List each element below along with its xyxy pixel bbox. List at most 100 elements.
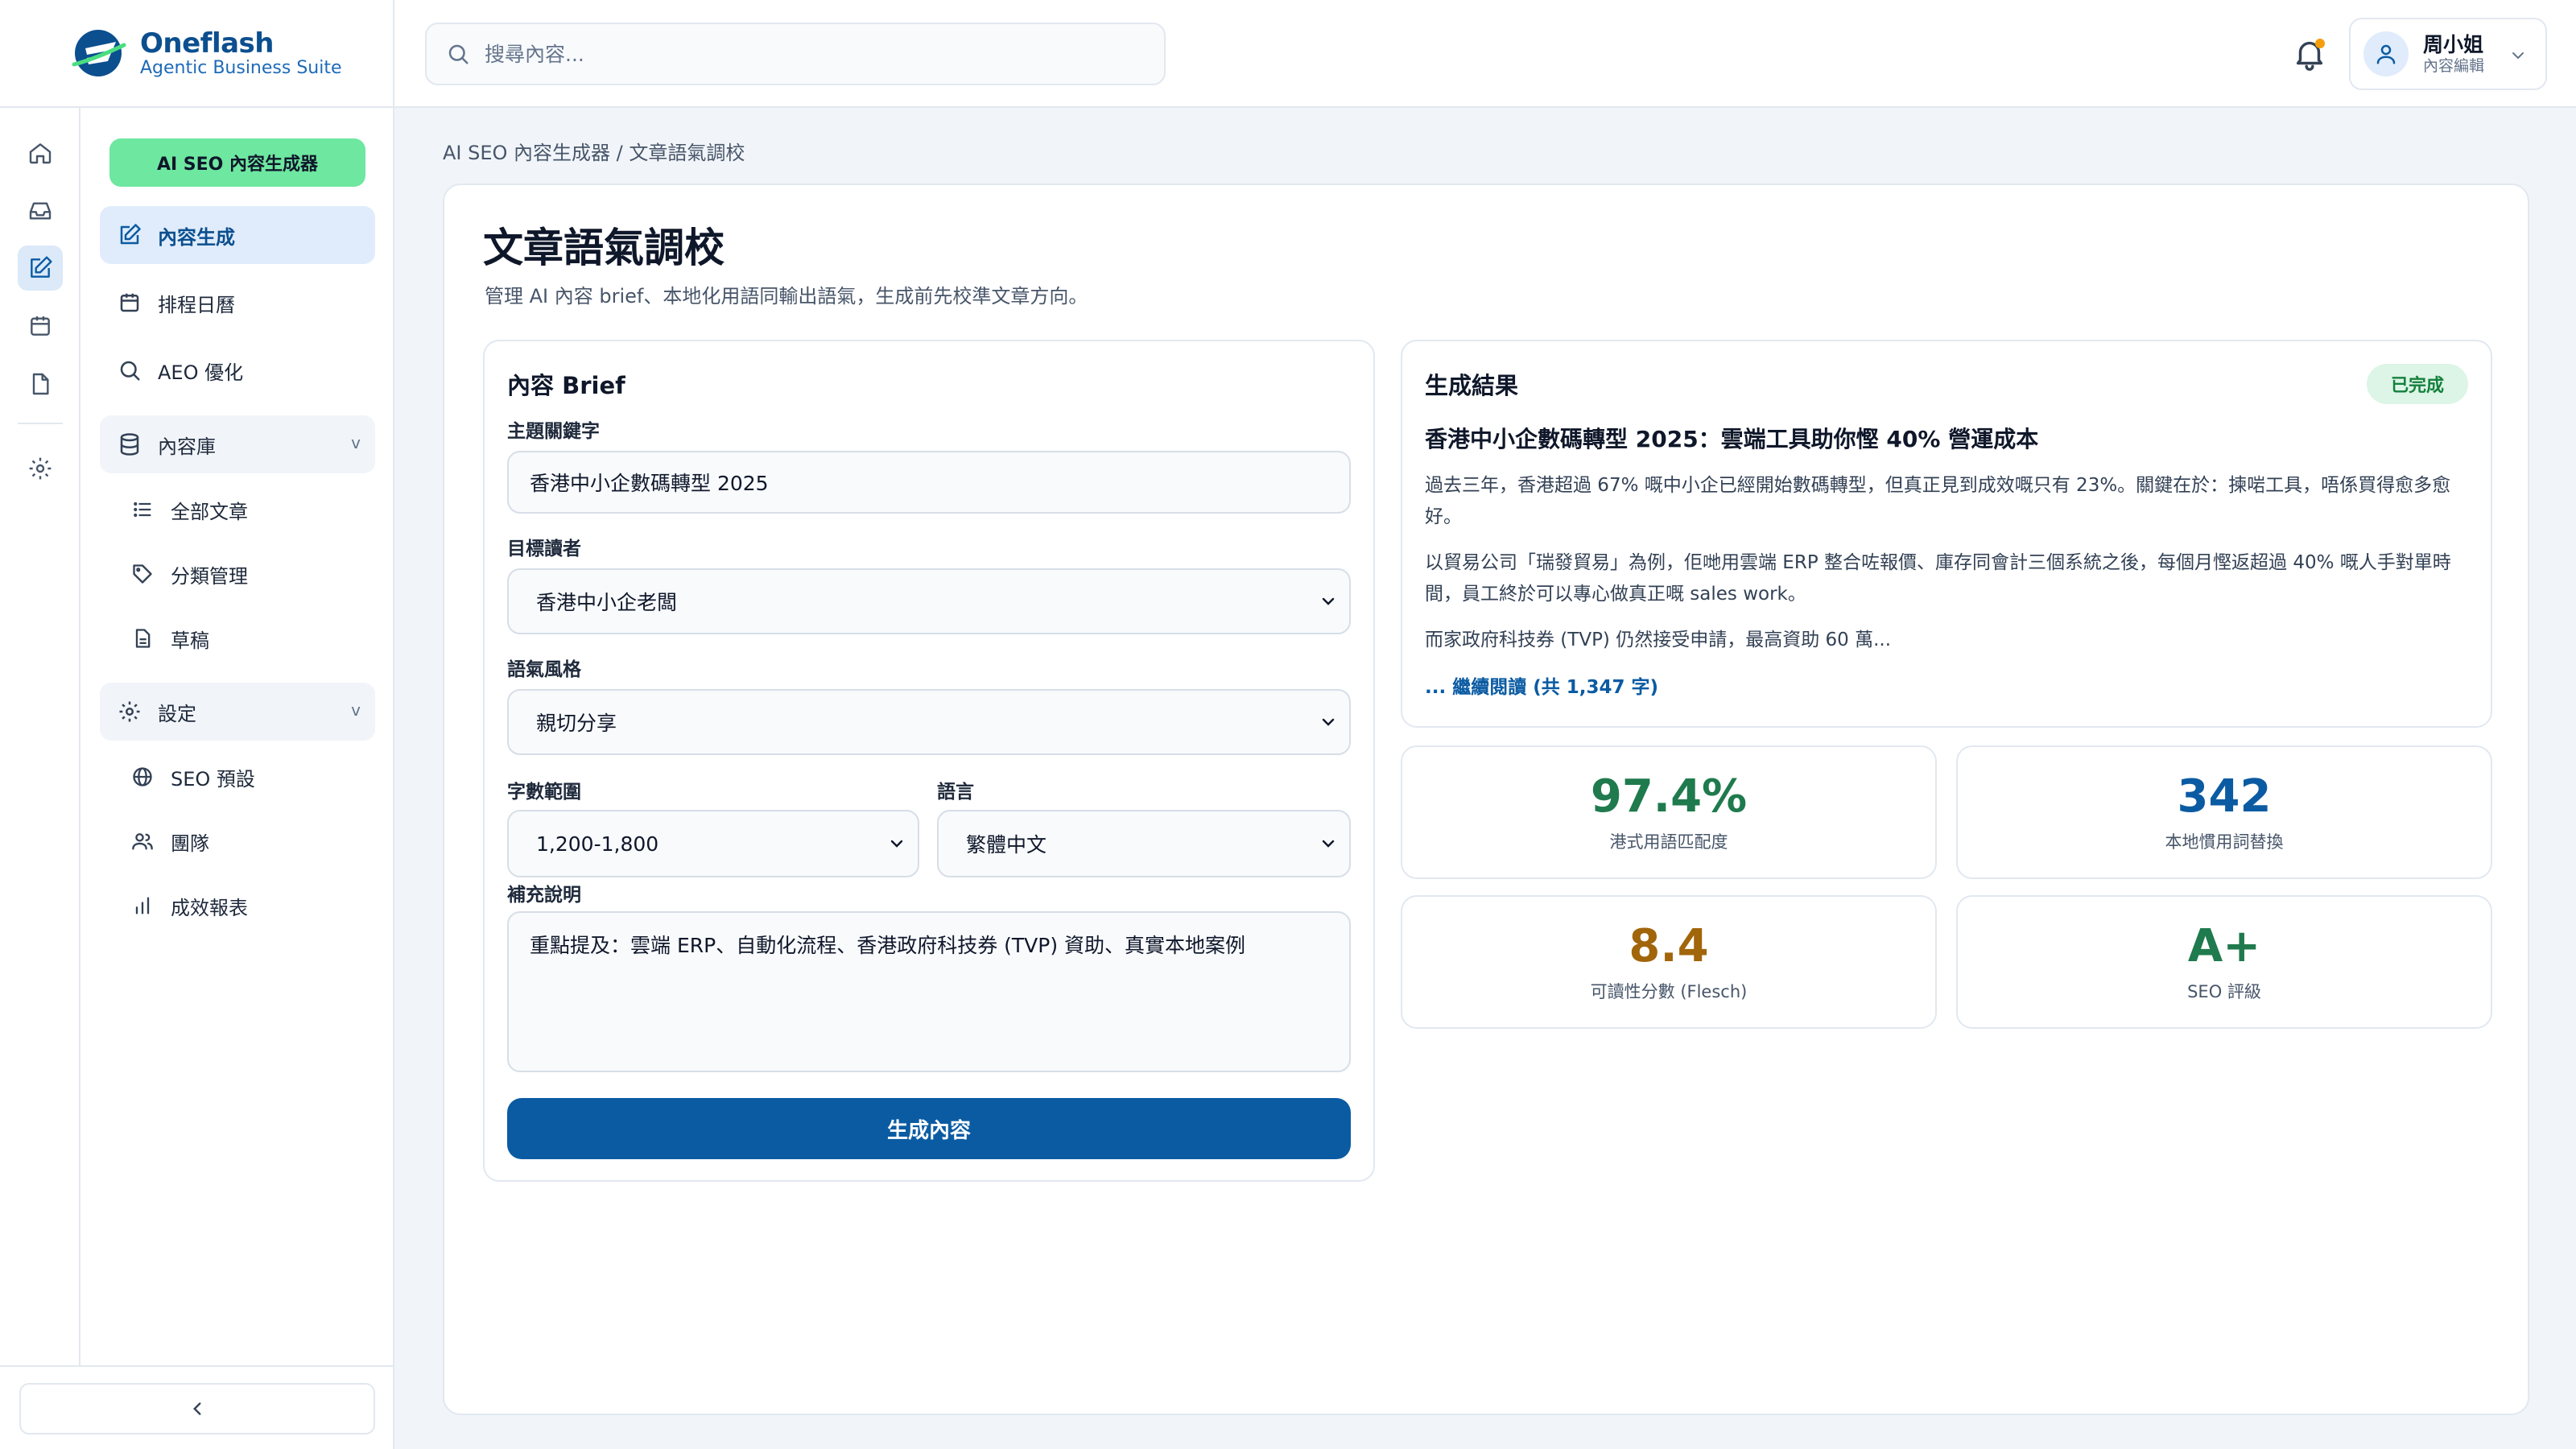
sidebar-item-categories[interactable]: 分類管理 (121, 549, 375, 599)
chevron-down-icon (2512, 52, 2524, 60)
article-paragraph: 而家政府科技券 (TVP) 仍然接受申請，最高資助 60 萬... (1425, 630, 1892, 650)
main-panel: 文章語氣調校 管理 AI 內容 brief、本地化用語同輸出語氣，生成前先校準文… (443, 184, 2529, 1415)
keyword-label: 主題關鍵字 (507, 421, 600, 442)
icon-rail (0, 108, 80, 1449)
length-select[interactable]: 1,200-1,800 (507, 810, 919, 877)
search-input[interactable] (485, 30, 1129, 78)
sidebar-item-label: 分類管理 (171, 564, 248, 588)
sidebar-item-label: 排程日曆 (158, 293, 235, 316)
rail-divider (18, 423, 63, 424)
sidebar-item-label: 成效報表 (171, 896, 248, 919)
stat-card: 97.4% 港式用語匹配度 (1401, 745, 1937, 879)
stat-value: 97.4% (1590, 770, 1748, 823)
notification-dot (2315, 39, 2325, 48)
sidebar: AI SEO 內容生成器 內容生成 排程日曆 AEO 優化 內容庫 v 全部文章… (80, 108, 394, 1365)
page-subtitle: 管理 AI 內容 brief、本地化用語同輸出語氣，生成前先校準文章方向。 (485, 285, 1088, 308)
app-logo[interactable]: Oneflash Agentic Business Suite (0, 0, 394, 108)
home-icon (29, 143, 52, 164)
avatar (2363, 31, 2409, 76)
sidebar-item-reports[interactable]: 成效報表 (121, 881, 375, 931)
search-box[interactable] (425, 23, 1166, 85)
sidebar-item-label: 設定 (158, 702, 196, 725)
audience-label: 目標讀者 (507, 539, 581, 559)
user-icon (2376, 44, 2396, 64)
article-title: 香港中小企數碼轉型 2025：雲端工具助你慳 40% 營運成本 (1425, 426, 2039, 452)
chevron-left-icon (193, 1402, 201, 1415)
rail-settings-button[interactable] (18, 446, 63, 491)
file-icon (32, 373, 49, 395)
database-icon (116, 431, 143, 458)
edit-icon (31, 256, 52, 278)
app-tagline: Agentic Business Suite (140, 58, 342, 78)
tag-icon (129, 560, 156, 588)
article-paragraph: 以貿易公司「瑞發貿易」為例，佢哋用雲端 ERP 整合咗報價、庫存同會計三個系統之… (1425, 552, 2451, 605)
sidebar-item-label: 內容生成 (158, 225, 235, 249)
tone-select[interactable]: 親切分享 (507, 689, 1351, 755)
calendar-icon (31, 316, 50, 336)
bar-chart-icon (129, 892, 156, 919)
read-more-link[interactable]: ... 繼續閱讀 (共 1,347 字) (1425, 671, 1658, 699)
sidebar-item-label: 團隊 (171, 832, 209, 855)
rail-inbox-button[interactable] (18, 188, 63, 233)
length-label: 字數範圍 (507, 782, 581, 803)
stat-card: 342 本地慣用詞替換 (1956, 745, 2492, 879)
user-menu-button[interactable]: 周小姐 內容編輯 (2349, 18, 2547, 90)
result-card: 生成結果 已完成 香港中小企數碼轉型 2025：雲端工具助你慳 40% 營運成本… (1401, 340, 2492, 728)
ai-seo-generator-button[interactable]: AI SEO 內容生成器 (109, 138, 365, 187)
sidebar-item-aeo[interactable]: AEO 優化 (100, 341, 375, 399)
sidebar-item-content-gen[interactable]: 內容生成 (100, 206, 375, 264)
keyword-input[interactable] (507, 451, 1351, 514)
chevron-down-icon (890, 840, 903, 848)
document-icon (129, 625, 156, 652)
oneflash-logo-icon (72, 30, 126, 76)
generate-content-button[interactable]: 生成內容 (507, 1098, 1351, 1159)
sidebar-item-label: 草稿 (171, 629, 209, 652)
chevron-down-icon (1322, 718, 1335, 726)
chevron-down-icon (1322, 597, 1335, 605)
chevron-down-icon: v (351, 700, 361, 720)
list-icon (129, 496, 156, 523)
stat-label: 本地慣用詞替換 (2165, 832, 2284, 852)
stat-label: SEO 評級 (2187, 982, 2261, 1001)
tone-value: 親切分享 (536, 712, 617, 735)
stat-label: 港式用語匹配度 (1609, 832, 1728, 852)
content-brief-card: 內容 Brief 主題關鍵字 目標讀者 香港中小企老闆 語氣風格 親切分享 字數… (483, 340, 1375, 1182)
globe-icon (129, 763, 156, 791)
sidebar-item-drafts[interactable]: 草稿 (121, 613, 375, 663)
gear-icon (116, 698, 143, 725)
stat-label: 可讀性分數 (Flesch) (1590, 982, 1748, 1001)
rail-calendar-button[interactable] (18, 303, 63, 349)
language-value: 繁體中文 (966, 833, 1047, 857)
sidebar-item-team[interactable]: 團隊 (121, 816, 375, 866)
stat-value: A+ (2187, 920, 2261, 972)
sidebar-item-seo-presets[interactable]: SEO 預設 (121, 752, 375, 802)
language-label: 語言 (937, 782, 974, 803)
notes-label: 補充說明 (507, 885, 581, 906)
length-value: 1,200-1,800 (536, 832, 659, 856)
sidebar-group-settings[interactable]: 設定 v (100, 683, 375, 741)
notes-textarea[interactable]: 重點提及：雲端 ERP、自動化流程、香港政府科技券 (TVP) 資助、真實本地案… (507, 911, 1351, 1072)
language-select[interactable]: 繁體中文 (937, 810, 1351, 877)
sidebar-item-label: 全部文章 (171, 500, 248, 523)
search-icon (116, 357, 143, 384)
brief-title: 內容 Brief (507, 372, 625, 399)
sidebar-group-library[interactable]: 內容庫 v (100, 415, 375, 473)
sidebar-item-label: 內容庫 (158, 435, 216, 458)
sidebar-item-all-articles[interactable]: 全部文章 (121, 485, 375, 535)
sidebar-item-schedule[interactable]: 排程日曆 (100, 274, 375, 332)
page-title: 文章語氣調校 (483, 225, 724, 271)
notifications-button[interactable] (2291, 35, 2328, 72)
rail-edit-button[interactable] (18, 246, 63, 291)
stat-value: 342 (2177, 770, 2272, 823)
sidebar-item-label: SEO 預設 (171, 767, 255, 791)
collapse-sidebar-button[interactable] (19, 1383, 375, 1435)
stat-card: A+ SEO 評級 (1956, 895, 2492, 1029)
stat-card: 8.4 可讀性分數 (Flesch) (1401, 895, 1937, 1029)
rail-file-button[interactable] (18, 361, 63, 407)
audience-select[interactable]: 香港中小企老闆 (507, 568, 1351, 634)
user-role: 內容編輯 (2423, 57, 2485, 75)
gear-icon (29, 457, 52, 480)
rail-home-button[interactable] (18, 130, 63, 175)
edit-icon (116, 221, 143, 249)
app-name: Oneflash (140, 27, 274, 60)
